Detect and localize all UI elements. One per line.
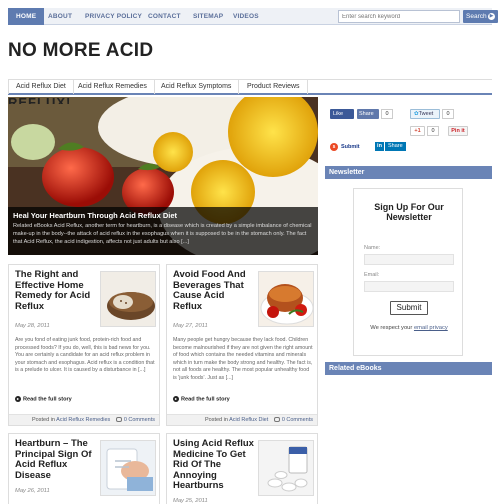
newsletter-title: Sign Up For Our Newsletter: [374, 202, 444, 222]
email-privacy-link[interactable]: email privacy: [414, 325, 448, 331]
post-category-link[interactable]: Acid Reflux Remedies: [56, 417, 110, 423]
comment-icon: [273, 417, 280, 423]
slider-peek-text: REFLUX!: [8, 96, 72, 104]
post-title[interactable]: The Right and Effective Home Remedy for …: [15, 269, 97, 312]
post-date: May 26, 2011: [15, 488, 50, 494]
read-more-link[interactable]: ▸ Read the full story: [15, 396, 72, 402]
nav-about[interactable]: ABOUT: [48, 8, 72, 25]
search-button-label: Search: [466, 13, 487, 20]
read-more-label: Read the full story: [23, 396, 72, 403]
post-thumbnail[interactable]: [258, 271, 314, 327]
social-share-bar: Like Share 0 ✿Tweet 0 +1 0 Pin it s Submi…: [330, 109, 492, 159]
slider-caption: Heal Your Heartburn Through Acid Reflux …: [8, 207, 318, 255]
post-thumbnail[interactable]: [258, 440, 314, 496]
post-date: May 28, 2011: [15, 323, 50, 329]
tweet-label: Tweet: [418, 111, 434, 117]
post-excerpt: Are you fond of eating junk food, protei…: [15, 337, 155, 373]
slider-excerpt: Related eBooks Acid Reflux, another term…: [13, 223, 312, 245]
site-title[interactable]: NO MORE ACID: [8, 40, 153, 62]
category-acid-reflux-remedies[interactable]: Acid Reflux Remedies: [71, 80, 155, 94]
newsletter-widget-heading: Newsletter: [325, 166, 492, 179]
email-field[interactable]: [364, 281, 454, 292]
tweet-count: 0: [442, 109, 454, 119]
search-input[interactable]: [338, 10, 460, 23]
nav-privacy-policy[interactable]: PRIVACY POLICY: [85, 8, 142, 25]
nav-home[interactable]: HOME: [8, 8, 45, 25]
related-ebooks-heading: Related eBooks: [325, 362, 492, 375]
facebook-like-count: 0: [381, 109, 393, 119]
post-title[interactable]: Using Acid Reflux Medicine To Get Rid Of…: [173, 438, 255, 492]
nav-sitemap[interactable]: SITEMAP: [193, 8, 223, 25]
post-footer: Posted in Acid Reflux Remedies 0 Comment…: [9, 414, 159, 425]
arrow-right-icon: ▶: [488, 13, 495, 20]
facebook-share-label: Share: [359, 111, 374, 117]
facebook-like-label: Like: [333, 111, 344, 117]
nav-videos[interactable]: VIDEOS: [233, 8, 259, 25]
linkedin-share-button[interactable]: in Share: [375, 142, 407, 152]
email-label: Email:: [364, 272, 380, 278]
name-field[interactable]: [364, 254, 454, 265]
post-card: Avoid Food And Beverages That Cause Acid…: [166, 264, 318, 426]
name-label: Name:: [364, 245, 381, 251]
post-date: May 25, 2011: [173, 498, 208, 504]
google-plus-label: +1: [414, 128, 421, 134]
nav-contact[interactable]: CONTACT: [148, 8, 181, 25]
pin-it-label: Pin it: [451, 128, 465, 134]
linkedin-share-label: Share: [385, 142, 406, 152]
privacy-prefix: We respect your: [370, 325, 413, 331]
category-product-reviews[interactable]: Product Reviews: [240, 80, 308, 94]
facebook-like-button[interactable]: Like: [330, 109, 354, 119]
privacy-note: We respect your email privacy: [362, 324, 456, 332]
slider-title[interactable]: Heal Your Heartburn Through Acid Reflux …: [13, 211, 313, 220]
facebook-share-button[interactable]: Share: [357, 109, 379, 119]
newsletter-submit-button[interactable]: Submit: [390, 301, 428, 315]
newsletter-form: Sign Up For Our Newsletter Name: Email: …: [353, 188, 463, 356]
top-navigation: HOME ABOUT PRIVACY POLICY CONTACT SITEMA…: [8, 8, 498, 25]
comments-link[interactable]: 0 Comments: [124, 417, 155, 423]
search-button[interactable]: Search ▶: [463, 10, 498, 23]
stumbleupon-submit-button[interactable]: s Submit: [330, 142, 360, 152]
post-footer: Posted in Acid Reflux Diet 0 Comments: [167, 414, 317, 425]
post-card: The Right and Effective Home Remedy for …: [8, 264, 160, 426]
stumbleupon-icon: s: [330, 142, 338, 151]
pinterest-pin-button[interactable]: Pin it: [448, 126, 468, 136]
post-category-link[interactable]: Acid Reflux Diet: [229, 417, 268, 423]
google-plus-count: 0: [427, 126, 439, 136]
post-excerpt: Many people get hungry because they lack…: [173, 337, 313, 381]
linkedin-icon: in: [375, 142, 384, 152]
category-acid-reflux-symptoms[interactable]: Acid Reflux Symptoms: [154, 80, 240, 94]
arrow-right-icon: ▸: [15, 396, 21, 402]
arrow-right-icon: ▸: [173, 396, 179, 402]
google-plus-button[interactable]: +1: [410, 126, 425, 136]
post-title[interactable]: Heartburn – The Principal Sign Of Acid R…: [15, 438, 97, 481]
posted-in-label: Posted in: [204, 417, 228, 423]
category-acid-reflux-diet[interactable]: Acid Reflux Diet: [8, 80, 74, 94]
tweet-button[interactable]: ✿Tweet: [410, 109, 440, 119]
post-date: May 27, 2011: [173, 323, 208, 329]
read-more-link[interactable]: ▸ Read the full story: [173, 396, 230, 402]
category-navigation: Acid Reflux Diet Acid Reflux Remedies Ac…: [8, 79, 492, 95]
post-title[interactable]: Avoid Food And Beverages That Cause Acid…: [173, 269, 255, 312]
posted-in-label: Posted in: [32, 417, 55, 423]
post-card: Heartburn – The Principal Sign Of Acid R…: [8, 433, 160, 504]
comments-link[interactable]: 0 Comments: [282, 417, 313, 423]
read-more-label: Read the full story: [181, 396, 230, 403]
featured-slider[interactable]: Heal Your Heartburn Through Acid Reflux …: [8, 97, 318, 255]
submit-share-label: Submit: [341, 144, 360, 150]
comment-icon: [115, 417, 122, 423]
post-card: Using Acid Reflux Medicine To Get Rid Of…: [166, 433, 318, 504]
post-thumbnail[interactable]: [100, 440, 156, 496]
post-thumbnail[interactable]: [100, 271, 156, 327]
